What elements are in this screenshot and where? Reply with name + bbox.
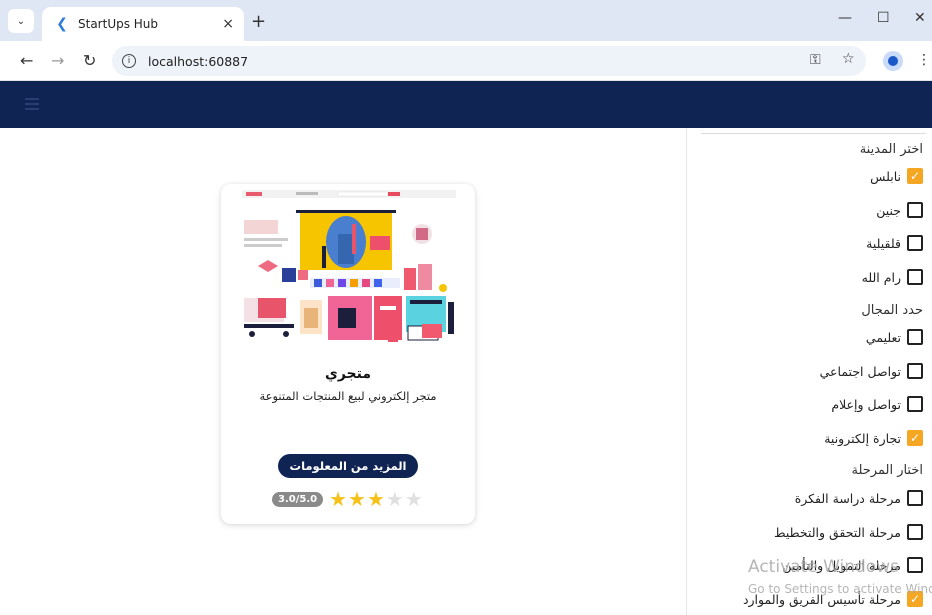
checkbox-icon[interactable]: [907, 524, 923, 540]
checkbox-icon[interactable]: [907, 490, 923, 506]
filter-city-option[interactable]: جنين: [876, 202, 923, 218]
star-filled-icon: ★: [366, 487, 385, 511]
option-label: جنين: [876, 202, 901, 218]
star-filled-icon: ★: [348, 487, 366, 511]
filter-stage-option[interactable]: مرحلة التحقق والتخطيط: [774, 524, 923, 540]
star-empty-icon: ★: [385, 487, 404, 511]
checkbox-icon[interactable]: [907, 557, 923, 573]
checkbox-checked-icon[interactable]: ✓: [907, 430, 923, 446]
star-filled-icon: ★: [329, 487, 348, 511]
filter-field-option[interactable]: ✓ تجارة إلكترونية: [824, 430, 923, 446]
address-bar[interactable]: i localhost:60887: [112, 46, 866, 76]
bookmark-star-icon[interactable]: ☆: [842, 51, 855, 67]
windows-watermark-subtitle: Go to Settings to activate Windows.: [748, 582, 932, 596]
tab-close-icon[interactable]: ×: [222, 16, 234, 32]
more-info-button[interactable]: المزيد من المعلومات: [278, 454, 418, 478]
checkbox-icon[interactable]: [907, 329, 923, 345]
minimize-icon[interactable]: —: [838, 10, 852, 26]
checkbox-icon[interactable]: [907, 363, 923, 379]
card-description: متجر إلكتروني لبيع المنتجات المتنوعة: [259, 389, 437, 403]
forward-arrow-icon[interactable]: →: [51, 51, 64, 70]
checkbox-icon[interactable]: [907, 235, 923, 251]
window-close-icon[interactable]: ✕: [914, 10, 926, 26]
filter-field-option[interactable]: تواصل وإعلام: [831, 396, 923, 412]
checkbox-icon[interactable]: [907, 396, 923, 412]
app-header: [0, 81, 932, 128]
option-label: تعليمي: [865, 329, 901, 345]
tab-search-chevron-icon[interactable]: ⌄: [8, 9, 34, 33]
site-info-icon[interactable]: i: [122, 54, 136, 68]
reload-icon[interactable]: ↻: [83, 51, 96, 70]
store-illustration-image: [238, 184, 460, 352]
checkbox-icon[interactable]: [907, 202, 923, 218]
back-arrow-icon[interactable]: ←: [20, 51, 33, 70]
flutter-favicon-icon: ❮: [56, 16, 68, 32]
option-label: مرحلة التحقق والتخطيط: [773, 524, 901, 540]
card-title: متجري: [324, 366, 371, 382]
option-label: تواصل اجتماعي: [819, 363, 901, 379]
url-text: localhost:60887: [148, 53, 249, 69]
filter-sidebar: اختر المدينة ✓ نابلس جنين قلقيلية رام ال…: [686, 128, 932, 615]
checkbox-icon[interactable]: [907, 269, 923, 285]
checkbox-checked-icon[interactable]: ✓: [907, 168, 923, 184]
field-heading: حدد المجال: [861, 303, 923, 318]
star-empty-icon: ★: [404, 487, 423, 511]
rating-stars: ★ ★ ★ ★ ★: [329, 489, 423, 509]
browser-tab[interactable]: ❮ StartUps Hub ×: [42, 7, 244, 41]
sidebar-divider: [701, 133, 926, 134]
filter-city-option[interactable]: ✓ نابلس: [870, 168, 923, 184]
rating: 3.0/5.0 ★ ★ ★ ★ ★: [272, 489, 423, 509]
browser-menu-icon[interactable]: ⋮: [917, 52, 931, 68]
profile-avatar-icon[interactable]: [883, 51, 903, 71]
new-tab-button[interactable]: +: [251, 11, 266, 32]
filter-city-option[interactable]: قلقيلية: [866, 235, 923, 251]
option-label: مرحلة دراسة الفكرة: [794, 490, 901, 506]
tab-title: StartUps Hub: [78, 17, 159, 31]
rating-badge: 3.0/5.0: [272, 491, 324, 507]
option-label: قلقيلية: [866, 235, 901, 251]
maximize-icon[interactable]: ☐: [877, 10, 890, 26]
stage-heading: اختار المرحلة: [851, 463, 923, 478]
browser-tab-strip: ⌄ ❮ StartUps Hub × + — ☐ ✕: [0, 0, 932, 41]
filter-field-option[interactable]: تعليمي: [866, 329, 923, 345]
city-heading: اختر المدينة: [859, 142, 923, 157]
option-label: تجارة إلكترونية: [824, 430, 901, 446]
browser-toolbar: ← → ↻ i localhost:60887 ⚿ ☆: [0, 41, 932, 81]
option-label: تواصل وإعلام: [831, 396, 901, 412]
option-label: نابلس: [870, 168, 901, 184]
filter-stage-option[interactable]: مرحلة دراسة الفكرة: [795, 490, 923, 506]
windows-watermark-title: Activate Windows: [748, 557, 899, 577]
hamburger-menu-icon[interactable]: [25, 98, 39, 110]
startup-card: متجري متجر إلكتروني لبيع المنتجات المتنو…: [221, 184, 475, 524]
option-label: رام الله: [861, 269, 901, 285]
filter-city-option[interactable]: رام الله: [862, 269, 923, 285]
filter-field-option[interactable]: تواصل اجتماعي: [820, 363, 923, 379]
password-key-icon[interactable]: ⚿: [810, 52, 821, 68]
